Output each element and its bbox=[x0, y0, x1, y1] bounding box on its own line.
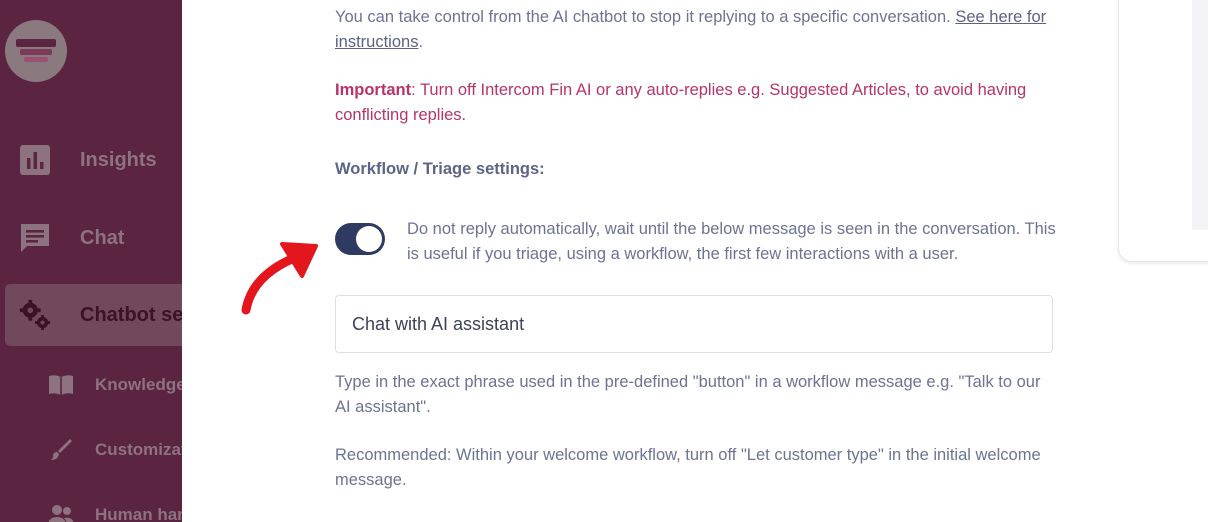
sidebar-item-label: Human handoff bbox=[95, 505, 182, 522]
wait-until-seen-toggle[interactable] bbox=[335, 223, 385, 255]
sidebar-item-insights[interactable]: Insights bbox=[0, 129, 182, 191]
sidebar-subitem-human-handoff[interactable]: Human handoff bbox=[0, 495, 182, 522]
sidebar-subitem-customization[interactable]: Customization bbox=[0, 430, 182, 470]
bar-chart-icon bbox=[18, 143, 52, 177]
important-label: Important bbox=[335, 81, 412, 99]
brush-icon bbox=[46, 435, 76, 465]
sidebar: Insights Chat Chatbot settings Knowledge bbox=[0, 0, 182, 522]
toggle-knob bbox=[356, 226, 382, 252]
annotation-arrow-icon bbox=[241, 242, 318, 315]
users-icon bbox=[46, 500, 76, 522]
sidebar-item-label: Knowledge bbox=[95, 375, 182, 394]
sidebar-item-chat[interactable]: Chat bbox=[0, 207, 182, 269]
important-notice: Important: Turn off Intercom Fin AI or a… bbox=[335, 78, 1055, 127]
sidebar-subitem-knowledge[interactable]: Knowledge bbox=[0, 365, 182, 405]
sidebar-item-chatbot-settings[interactable]: Chatbot settings bbox=[5, 284, 182, 346]
sidebar-item-label: Customization bbox=[95, 440, 182, 459]
workflow-section-title: Workflow / Triage settings: bbox=[335, 160, 545, 178]
sidebar-item-label: Insights bbox=[80, 148, 157, 171]
preview-scrollbar[interactable] bbox=[1192, 0, 1208, 230]
book-icon bbox=[46, 370, 76, 400]
phrase-help-text: Type in the exact phrase used in the pre… bbox=[335, 373, 1041, 416]
intro-text: You can take control from the AI chatbot… bbox=[335, 8, 956, 26]
recommended-text: Recommended: Within your welcome workflo… bbox=[335, 446, 1041, 489]
important-text: : Turn off Intercom Fin AI or any auto-r… bbox=[335, 81, 1027, 124]
intro-end: . bbox=[418, 32, 424, 51]
trigger-phrase-input[interactable] bbox=[335, 295, 1053, 353]
toggle-description: Do not reply automatically, wait until t… bbox=[407, 220, 1056, 263]
chat-icon bbox=[18, 221, 52, 255]
logo bbox=[5, 20, 67, 82]
intro-paragraph: You can take control from the AI chatbot… bbox=[335, 5, 1055, 54]
gears-icon bbox=[18, 298, 52, 332]
sidebar-item-label: Chatbot settings bbox=[80, 303, 182, 326]
sidebar-item-label: Chat bbox=[80, 226, 125, 249]
